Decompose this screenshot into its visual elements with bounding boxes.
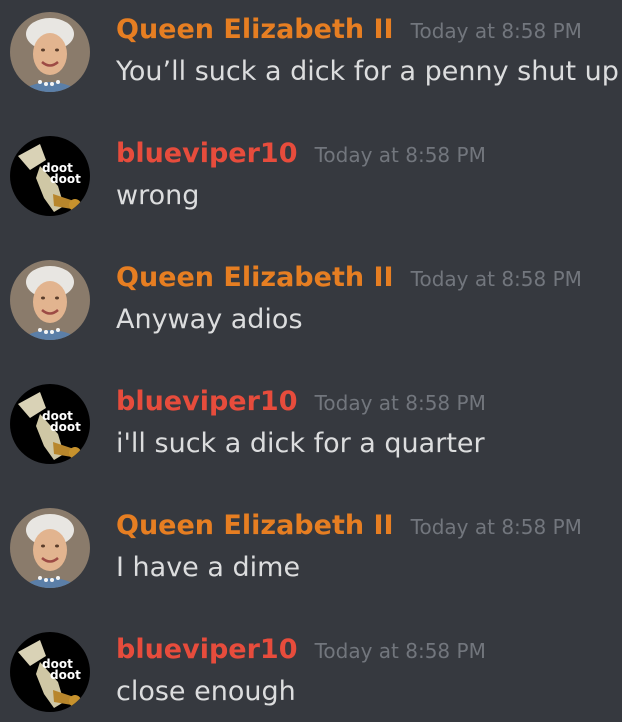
message-header: Queen Elizabeth II Today at 8:58 PM bbox=[116, 508, 582, 544]
doot-skeleton-icon: doot doot bbox=[10, 136, 90, 216]
message-item: doot doot blueviper10 Today at 8:58 PM c… bbox=[0, 632, 622, 722]
message-header: Queen Elizabeth II Today at 8:58 PM bbox=[116, 12, 582, 48]
timestamp: Today at 8:58 PM bbox=[314, 639, 486, 663]
avatar[interactable]: doot doot bbox=[10, 632, 90, 712]
timestamp: Today at 8:58 PM bbox=[410, 267, 582, 291]
timestamp: Today at 8:58 PM bbox=[410, 19, 582, 43]
username[interactable]: blueviper10 bbox=[116, 138, 298, 169]
username[interactable]: Queen Elizabeth II bbox=[116, 510, 394, 541]
timestamp: Today at 8:58 PM bbox=[314, 391, 486, 415]
avatar[interactable]: doot doot bbox=[10, 136, 90, 216]
message-header: blueviper10 Today at 8:58 PM bbox=[116, 136, 486, 172]
message-content: close enough bbox=[116, 676, 296, 707]
message-content: i'll suck a dick for a quarter bbox=[116, 428, 485, 459]
avatar[interactable] bbox=[10, 12, 90, 92]
message-item: doot doot blueviper10 Today at 8:58 PM w… bbox=[0, 136, 622, 246]
username[interactable]: Queen Elizabeth II bbox=[116, 262, 394, 293]
username[interactable]: Queen Elizabeth II bbox=[116, 14, 394, 45]
message-content: Anyway adios bbox=[116, 304, 303, 335]
chat-messages: Queen Elizabeth II Today at 8:58 PM You’… bbox=[0, 0, 622, 722]
avatar[interactable] bbox=[10, 508, 90, 588]
avatar[interactable]: doot doot bbox=[10, 384, 90, 464]
username[interactable]: blueviper10 bbox=[116, 386, 298, 417]
message-content: wrong bbox=[116, 180, 200, 211]
message-header: Queen Elizabeth II Today at 8:58 PM bbox=[116, 260, 582, 296]
avatar-text: doot bbox=[50, 668, 81, 682]
message-content: You’ll suck a dick for a penny shut up bbox=[116, 56, 619, 87]
message-content: I have a dime bbox=[116, 552, 301, 583]
message-item: Queen Elizabeth II Today at 8:58 PM Anyw… bbox=[0, 260, 622, 370]
avatar-text: doot bbox=[50, 172, 81, 186]
queen-portrait-icon bbox=[10, 12, 90, 92]
username[interactable]: blueviper10 bbox=[116, 634, 298, 665]
timestamp: Today at 8:58 PM bbox=[314, 143, 486, 167]
avatar-text: doot bbox=[50, 420, 81, 434]
timestamp: Today at 8:58 PM bbox=[410, 515, 582, 539]
queen-portrait-icon bbox=[10, 260, 90, 340]
message-item: Queen Elizabeth II Today at 8:58 PM I ha… bbox=[0, 508, 622, 618]
doot-skeleton-icon: doot doot bbox=[10, 632, 90, 712]
message-header: blueviper10 Today at 8:58 PM bbox=[116, 384, 486, 420]
avatar[interactable] bbox=[10, 260, 90, 340]
message-item: doot doot blueviper10 Today at 8:58 PM i… bbox=[0, 384, 622, 494]
message-header: blueviper10 Today at 8:58 PM bbox=[116, 632, 486, 668]
queen-portrait-icon bbox=[10, 508, 90, 588]
doot-skeleton-icon: doot doot bbox=[10, 384, 90, 464]
message-item: Queen Elizabeth II Today at 8:58 PM You’… bbox=[0, 12, 622, 122]
